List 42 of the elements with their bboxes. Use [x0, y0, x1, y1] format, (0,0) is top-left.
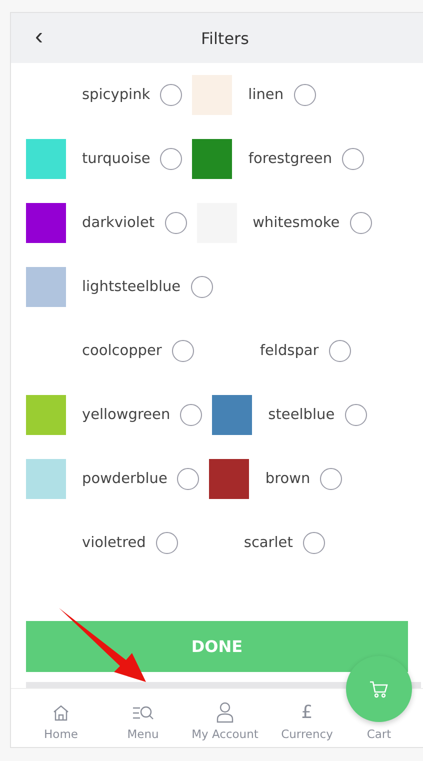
nav-item[interactable]: Cart — [359, 727, 399, 741]
color-label: brown — [265, 471, 310, 487]
radio-button[interactable] — [342, 148, 364, 170]
color-label: whitesmoke — [252, 215, 340, 231]
radio-button[interactable] — [172, 340, 194, 362]
color-label: spicypink — [82, 87, 150, 103]
pound-icon: £ — [301, 703, 313, 723]
radio-button[interactable] — [177, 468, 200, 490]
color-label: darkviolet — [82, 215, 155, 231]
radio-button[interactable] — [320, 468, 342, 490]
radio-button[interactable] — [156, 532, 178, 554]
back-button[interactable]: ‹ — [31, 25, 47, 49]
radio-button[interactable] — [344, 404, 367, 426]
color-label: steelblue — [268, 407, 335, 423]
color-label: powderblue — [82, 471, 168, 487]
radio-button[interactable] — [294, 84, 316, 106]
nav-item[interactable]: My Account — [190, 689, 260, 747]
radio-button[interactable] — [164, 212, 187, 234]
radio-button[interactable] — [190, 276, 213, 298]
color-label: turquoise — [82, 151, 150, 167]
radio-button[interactable] — [160, 84, 182, 106]
cart-icon — [369, 680, 389, 698]
color-label: violetred — [82, 535, 146, 551]
color-label: coolcopper — [82, 343, 162, 359]
radio-button[interactable] — [160, 148, 182, 170]
color-label: yellowgreen — [82, 407, 170, 423]
nav-item[interactable]: Home — [26, 689, 96, 747]
radio-button[interactable] — [302, 532, 325, 554]
radio-button[interactable] — [180, 404, 202, 426]
radio-button[interactable] — [328, 340, 351, 362]
color-label: scarlet — [244, 535, 293, 551]
user-icon — [215, 701, 235, 723]
page-title: Filters — [201, 28, 249, 48]
nav-item[interactable]: £ Currency — [272, 689, 342, 747]
home-icon — [51, 703, 71, 723]
color-label: forestgreen — [248, 151, 332, 167]
color-label: lightsteelblue — [82, 279, 181, 295]
color-label: feldspar — [260, 343, 319, 359]
done-button[interactable]: DONE — [26, 621, 408, 672]
nav-item[interactable]: Menu — [108, 689, 178, 747]
color-label: linen — [248, 87, 284, 103]
radio-button[interactable] — [350, 212, 372, 234]
